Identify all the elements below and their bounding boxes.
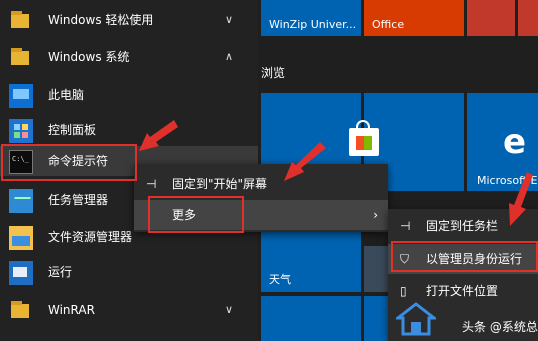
highlight-box-command-prompt	[1, 144, 137, 181]
tile-label: Office	[372, 18, 405, 31]
highlight-box-run-as-admin	[391, 241, 538, 272]
app-item-label: 任务管理器	[48, 193, 109, 207]
pin-icon: ⊣	[146, 177, 157, 191]
folder-icon	[11, 11, 29, 28]
app-group-label: WinRAR	[48, 303, 95, 317]
file-explorer-icon	[9, 226, 33, 250]
watermark-text: 头条 @系统总裁	[462, 320, 538, 334]
menu-item-label: 固定到任务栏	[426, 219, 499, 233]
menu-item-label: 固定到"开始"屏幕	[172, 177, 268, 191]
app-item-label: 控制面板	[48, 123, 97, 137]
app-item-run[interactable]: 运行	[0, 257, 258, 287]
tile-red-small-2[interactable]	[518, 0, 538, 36]
tile-label: Microsoft Edge	[477, 174, 538, 187]
control-panel-icon	[9, 119, 33, 143]
edge-icon: e	[503, 122, 527, 162]
chevron-down-icon: ∨	[225, 13, 234, 26]
folder-icon	[11, 48, 29, 65]
pin-icon: ⊣	[400, 219, 411, 233]
highlight-box-more	[148, 196, 244, 233]
tile-red-small[interactable]	[467, 0, 515, 36]
run-icon	[9, 261, 33, 285]
chevron-up-icon: ∧	[225, 50, 234, 63]
menu-item-pin-to-taskbar[interactable]: ⊣ 固定到任务栏	[388, 211, 538, 241]
tile-office[interactable]: Office	[364, 0, 464, 36]
app-item-label: 运行	[48, 265, 73, 279]
chevron-right-icon: ›	[373, 208, 378, 222]
task-manager-icon	[9, 189, 33, 213]
tile-label: 天气	[269, 273, 291, 286]
store-icon	[349, 128, 379, 156]
tile-section-title: 浏览	[261, 66, 286, 80]
tile-blank-2[interactable]	[261, 296, 361, 341]
app-item-this-pc[interactable]: 此电脑	[0, 80, 258, 110]
menu-item-pin-to-start[interactable]: ⊣ 固定到"开始"屏幕	[134, 169, 388, 199]
tile-winzip[interactable]: WinZip Univer...	[261, 0, 361, 36]
tile-label: WinZip Univer...	[269, 18, 357, 31]
watermark-logo	[396, 302, 436, 336]
app-group-label: Windows 系统	[48, 50, 130, 64]
app-item-label: 此电脑	[48, 88, 85, 102]
this-pc-icon	[9, 84, 33, 108]
folder-icon	[11, 301, 29, 318]
app-group-label: Windows 轻松使用	[48, 13, 154, 27]
app-item-control-panel[interactable]: 控制面板	[0, 115, 258, 145]
tile-news-image[interactable]	[364, 246, 388, 292]
app-group-windows-system[interactable]: Windows 系统 ∧	[0, 42, 258, 72]
menu-item-label: 打开文件位置	[426, 284, 499, 298]
app-item-label: 文件资源管理器	[48, 230, 133, 244]
app-group-winrar[interactable]: WinRAR ∨	[0, 295, 258, 325]
app-group-windows-ease-of-access[interactable]: Windows 轻松使用 ∨	[0, 5, 258, 35]
start-menu: Windows 轻松使用 ∨ Windows 系统 ∧ 此电脑 控制面板 命令提…	[0, 0, 538, 341]
chevron-down-icon: ∨	[225, 303, 234, 316]
